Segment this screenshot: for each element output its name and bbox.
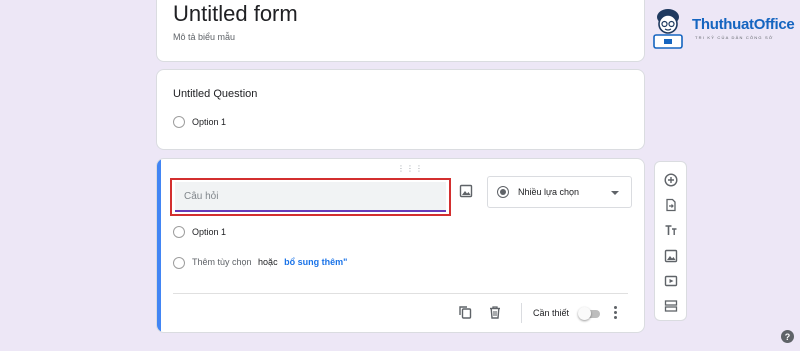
footer-separator — [521, 303, 522, 323]
option-radio — [173, 116, 185, 128]
side-toolbar — [654, 161, 687, 321]
import-questions-button[interactable] — [663, 197, 679, 213]
image-icon — [459, 184, 473, 198]
add-image-button[interactable] — [458, 183, 474, 199]
image-icon — [664, 249, 678, 263]
option-label[interactable]: Option 1 — [192, 227, 226, 237]
help-button[interactable]: ? — [781, 330, 794, 343]
add-image-button[interactable] — [663, 248, 679, 264]
duplicate-button[interactable] — [457, 304, 473, 320]
section-icon — [664, 300, 678, 312]
logo-name: ThuthuatOffice — [692, 16, 795, 33]
logo-tagline: TRI KỶ CỦA DÂN CÔNG SỞ — [695, 35, 774, 40]
toggle-knob — [578, 307, 591, 320]
thuthuatoffice-logo: ThuthuatOffice TRI KỶ CỦA DÂN CÔNG SỞ — [648, 2, 798, 54]
more-options-button[interactable] — [609, 304, 621, 320]
more-vert-icon — [613, 305, 617, 309]
copy-icon — [459, 306, 472, 319]
delete-button[interactable] — [487, 304, 503, 320]
add-question-button[interactable] — [663, 172, 679, 188]
form-description[interactable]: Mô tả biểu mẫu — [173, 32, 235, 42]
import-icon — [666, 198, 676, 212]
question-title: Untitled Question — [173, 88, 258, 100]
trash-icon — [490, 306, 500, 319]
title-text-icon — [665, 225, 677, 235]
footer-divider — [173, 293, 628, 294]
radio-checked-icon — [497, 186, 509, 198]
logo-mascot-icon — [653, 9, 683, 49]
or-label: hoặc — [258, 257, 278, 267]
form-title[interactable]: Untitled form — [173, 1, 298, 27]
add-option-row: Thêm tùy chọn hoặc bổ sung thêm" — [192, 257, 347, 267]
active-question-card: ⋮⋮⋮ Nhiều lựa chọn Option 1 Thêm tùy chọ… — [156, 158, 645, 333]
drag-handle[interactable]: ⋮⋮⋮ — [397, 164, 424, 173]
required-toggle[interactable] — [578, 307, 600, 320]
add-section-button[interactable] — [663, 298, 679, 314]
question-card[interactable]: Untitled Question Option 1 — [156, 69, 645, 150]
option-radio — [173, 226, 185, 238]
option-label: Option 1 — [192, 117, 227, 127]
question-type-label: Nhiều lựa chọn — [518, 187, 580, 197]
chevron-down-icon — [611, 191, 619, 195]
question-input[interactable] — [175, 182, 446, 212]
add-other-link[interactable]: bổ sung thêm" — [284, 257, 347, 267]
form-title-card: Untitled form Mô tả biểu mẫu — [156, 0, 645, 62]
add-title-button[interactable] — [663, 222, 679, 238]
required-label: Cần thiết — [533, 308, 570, 318]
add-option-radio — [173, 257, 185, 269]
question-input-highlight — [170, 178, 451, 216]
add-video-button[interactable] — [663, 273, 679, 289]
question-type-select[interactable]: Nhiều lựa chọn — [487, 176, 632, 208]
add-option-link[interactable]: Thêm tùy chọn — [192, 257, 252, 267]
add-circle-icon — [664, 173, 678, 187]
video-icon — [664, 275, 678, 287]
active-accent-bar — [157, 159, 161, 332]
